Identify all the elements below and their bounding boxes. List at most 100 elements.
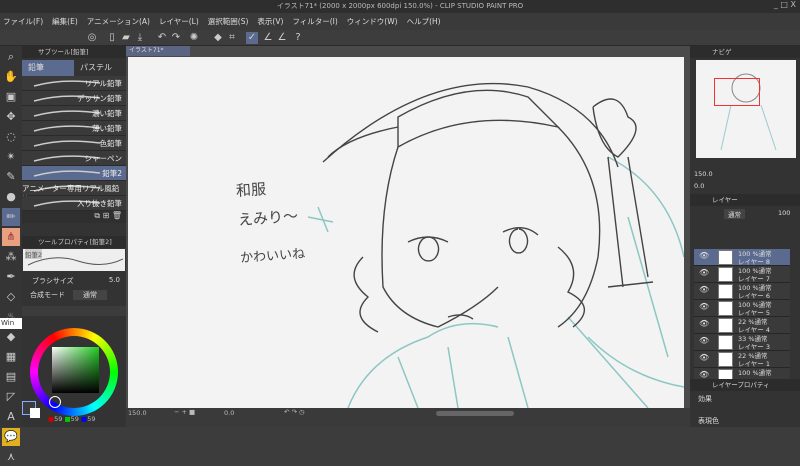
figure-tool-icon[interactable]: ▤ bbox=[2, 368, 20, 386]
brush-preview: 鉛筆2 bbox=[23, 249, 125, 271]
layer-row[interactable]: 👁 33 %通常 レイヤー 3 bbox=[694, 334, 790, 351]
zoom-controls[interactable]: − + ■ bbox=[174, 408, 195, 416]
fill-tool-icon[interactable]: ◆ bbox=[2, 328, 20, 346]
airbrush-icon[interactable]: ⁂ bbox=[2, 248, 20, 266]
brush-item[interactable]: アニメーター専用リアル風鉛筆 bbox=[22, 181, 126, 204]
pen-tool-icon[interactable]: ● bbox=[2, 188, 20, 206]
brush-item[interactable]: リアル鉛筆 bbox=[22, 76, 126, 91]
fill-icon[interactable]: ◆ bbox=[212, 32, 224, 44]
menu-item[interactable]: 選択範囲(S) bbox=[208, 16, 249, 27]
move-tool-icon[interactable]: ✥ bbox=[2, 108, 20, 126]
lasso-tool-icon[interactable]: ◌ bbox=[2, 128, 20, 146]
angle-value[interactable]: 0.0 bbox=[224, 409, 234, 417]
navigator-viewport[interactable] bbox=[714, 78, 760, 106]
tab-pastel[interactable]: パステル bbox=[74, 60, 126, 76]
layer-tab[interactable]: レイヤー bbox=[690, 194, 800, 206]
layer-property-tab[interactable]: レイヤープロパティ bbox=[690, 379, 800, 391]
redo-icon[interactable]: ↷ bbox=[170, 32, 182, 44]
layer-row[interactable]: 👁 22 %通常 レイヤー 1 bbox=[694, 351, 790, 368]
hand-tool-icon[interactable]: ✋ bbox=[2, 68, 20, 86]
operation-tool-icon[interactable]: ▣ bbox=[2, 88, 20, 106]
eye-icon[interactable]: 👁 bbox=[699, 320, 709, 328]
blend-mode-select[interactable]: 通常 bbox=[73, 290, 107, 300]
eyedropper-icon[interactable]: ✎ bbox=[2, 168, 20, 186]
menu-item[interactable]: ヘルプ(H) bbox=[407, 16, 441, 27]
layer-row[interactable]: 👁 100 %通常 レイヤー 6 bbox=[694, 283, 790, 300]
eye-icon[interactable]: 👁 bbox=[699, 286, 709, 294]
horizontal-scrollbar[interactable] bbox=[436, 411, 514, 416]
eraser-icon[interactable]: ◇ bbox=[2, 288, 20, 306]
help-icon[interactable]: ? bbox=[292, 32, 304, 44]
text-tool-icon[interactable]: A bbox=[2, 408, 20, 426]
eye-icon[interactable]: 👁 bbox=[699, 252, 709, 260]
menu-item[interactable]: アニメーション(A) bbox=[87, 16, 150, 27]
correct-line-icon[interactable]: ⋏ bbox=[2, 448, 20, 466]
menu-item[interactable]: ファイル(F) bbox=[3, 16, 43, 27]
navigator-tab[interactable]: ナビゲ bbox=[690, 46, 800, 58]
brush-item[interactable]: 入り抜き鉛筆 bbox=[22, 196, 126, 211]
document-tab[interactable]: イラスト71* bbox=[126, 46, 190, 56]
saturation-value-square[interactable] bbox=[52, 347, 99, 393]
navigator-angle[interactable]: 0.0 bbox=[694, 182, 704, 190]
brush-name: 色鉛筆 bbox=[99, 139, 123, 148]
brush-tool-icon[interactable]: ⋔ bbox=[2, 228, 20, 246]
app-icon[interactable]: ◎ bbox=[86, 32, 98, 44]
brush-item[interactable]: 鉛筆2 bbox=[22, 166, 126, 181]
brush-item[interactable]: 薄い鉛筆 bbox=[22, 121, 126, 136]
magic-wand-icon[interactable]: ✴ bbox=[2, 148, 20, 166]
layer-row[interactable]: 👁 22 %通常 レイヤー 4 bbox=[694, 317, 790, 334]
drawing-canvas[interactable]: 和服 えみり〜 かわいいね bbox=[128, 57, 684, 408]
add-icon[interactable]: ⊞ bbox=[103, 211, 110, 220]
pencil-tool-icon[interactable]: ✏ bbox=[2, 208, 20, 226]
menu-item[interactable]: 表示(V) bbox=[257, 16, 283, 27]
layer-blend-mode[interactable]: 通常 bbox=[724, 209, 745, 219]
save-icon[interactable]: ⤓ bbox=[134, 32, 146, 44]
brush-item[interactable]: シャーペン bbox=[22, 151, 126, 166]
brush-size-value[interactable]: 5.0 bbox=[109, 276, 120, 286]
menu-item[interactable]: ウィンドウ(W) bbox=[347, 16, 398, 27]
eye-icon[interactable]: 👁 bbox=[699, 337, 709, 345]
tab-pencil[interactable]: 鉛筆 bbox=[22, 60, 74, 76]
brush-item[interactable]: 色鉛筆 bbox=[22, 136, 126, 151]
snap-grid-icon[interactable]: ∠ bbox=[276, 32, 288, 44]
trash-icon[interactable]: 🗑 bbox=[112, 211, 122, 220]
sub-color-swatch[interactable] bbox=[30, 408, 40, 418]
undo-icon[interactable]: ↶ bbox=[156, 32, 168, 44]
zoom-value[interactable]: 150.0 bbox=[128, 409, 147, 417]
layer-mode-text: 通常 bbox=[758, 267, 772, 275]
menu-item[interactable]: レイヤー(L) bbox=[159, 16, 199, 27]
decoration-tool-icon[interactable]: ✒ bbox=[2, 268, 20, 286]
eye-icon[interactable]: 👁 bbox=[699, 371, 709, 379]
rotate-controls[interactable]: ↶ ↷ ◷ bbox=[284, 408, 305, 416]
zoom-tool-icon[interactable]: ⌕ bbox=[2, 48, 20, 66]
layer-row[interactable]: 👁 100 %通常 レイヤー 5 bbox=[694, 300, 790, 317]
frame-tool-icon[interactable]: ◸ bbox=[2, 388, 20, 406]
navigator-preview[interactable] bbox=[696, 60, 796, 158]
navigator-zoom[interactable]: 150.0 bbox=[694, 170, 713, 178]
balloon-tool-icon[interactable]: 💬 bbox=[2, 428, 20, 446]
eye-icon[interactable]: 👁 bbox=[699, 354, 709, 362]
brush-item[interactable]: 濃い鉛筆 bbox=[22, 106, 126, 121]
copy-icon[interactable]: ⧉ bbox=[94, 211, 100, 220]
layer-mode-text: 通常 bbox=[758, 284, 772, 292]
brush-list: リアル鉛筆 デッサン鉛筆 濃い鉛筆 薄い鉛筆色鉛筆シャーペン 鉛筆2 アニメーター専用リア… bbox=[22, 76, 126, 211]
window-controls[interactable]: _ □ X bbox=[774, 0, 796, 9]
transform-icon[interactable]: ⌗ bbox=[226, 32, 238, 44]
deselect-icon[interactable]: ✺ bbox=[188, 32, 200, 44]
color-cursor[interactable] bbox=[49, 396, 61, 408]
open-folder-icon[interactable]: ▰ bbox=[120, 32, 132, 44]
snap-icon[interactable]: ∠ bbox=[262, 32, 274, 44]
menu-item[interactable]: フィルター(I) bbox=[292, 16, 337, 27]
eye-icon[interactable]: 👁 bbox=[699, 269, 709, 277]
gradient-tool-icon[interactable]: ▦ bbox=[2, 348, 20, 366]
layer-row[interactable]: 👁 100 %通常 レイヤー 8 bbox=[694, 249, 790, 266]
menu-item[interactable]: 編集(E) bbox=[52, 16, 78, 27]
eye-icon[interactable]: 👁 bbox=[699, 303, 709, 311]
layer-row[interactable]: 👁 100 %通常 レイヤー 7 bbox=[694, 266, 790, 283]
brush-item[interactable]: デッサン鉛筆 bbox=[22, 91, 126, 106]
window-title: イラスト71* (2000 x 2000px 600dpi 150.0%) - … bbox=[276, 2, 524, 10]
new-file-icon[interactable]: ▯ bbox=[106, 32, 118, 44]
layer-opacity-text: 33 % bbox=[738, 335, 755, 343]
snap-ruler-icon[interactable]: ✓ bbox=[246, 32, 258, 44]
layer-opacity[interactable]: 100 bbox=[778, 209, 790, 217]
